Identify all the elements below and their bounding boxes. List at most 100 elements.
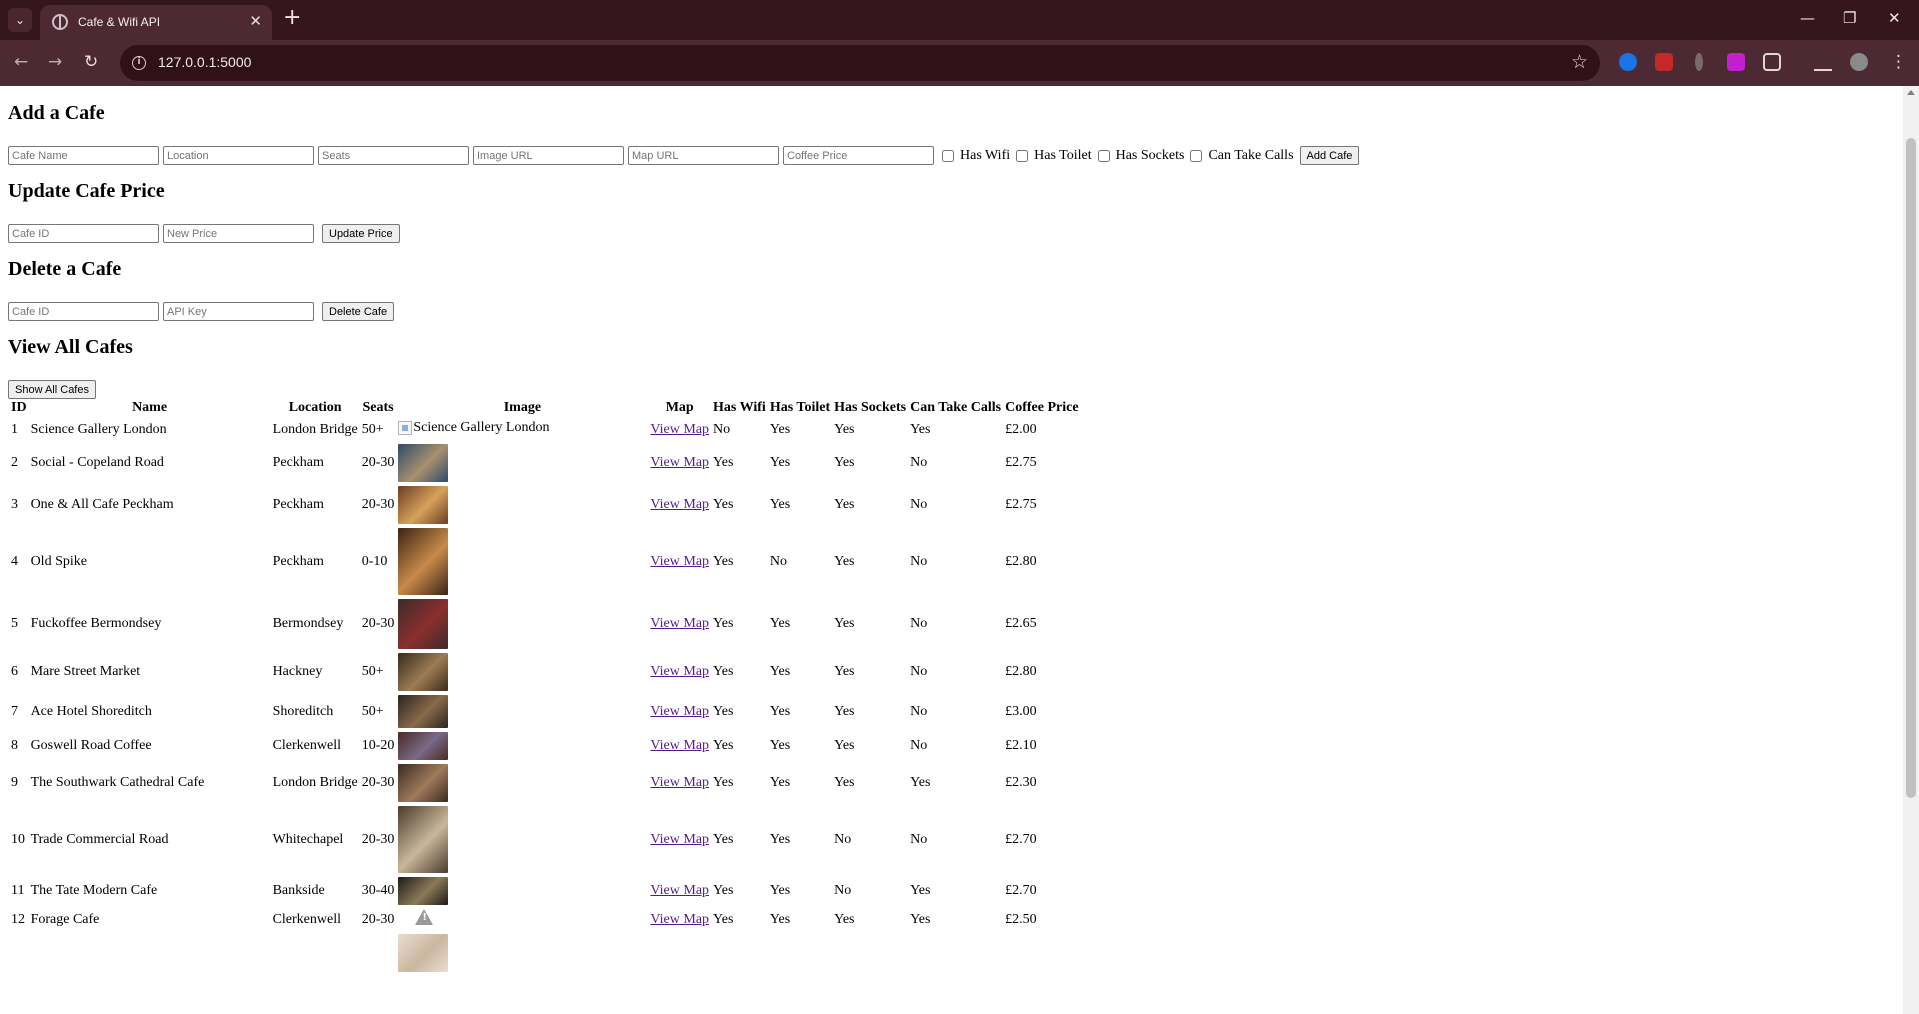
cafe-location-cell: Clerkenwell (272, 911, 341, 927)
scrollbar-thumb[interactable] (1906, 138, 1916, 798)
tab-search-button[interactable]: ⌄ (8, 8, 32, 32)
profile-avatar[interactable] (1850, 53, 1868, 71)
new-tab-button[interactable]: + (283, 7, 301, 29)
cafe-map-cell: View Map (649, 598, 710, 650)
cafe-image-cell (397, 652, 647, 692)
download-extension-icon[interactable] (1727, 53, 1745, 71)
has-sockets-cell: Yes (834, 422, 855, 437)
table-row: 11 The Tate Modern Cafe Bankside 30-40 View … (10, 876, 1080, 906)
view-map-link[interactable]: View Map (650, 497, 709, 512)
delete-cafe-button[interactable]: Delete Cafe (322, 302, 395, 321)
view-map-link[interactable]: View Map (650, 554, 709, 569)
can-take-calls-checkbox[interactable] (1190, 149, 1203, 162)
view-map-link[interactable]: View Map (650, 912, 709, 927)
can-take-calls-cell: Yes (910, 911, 931, 927)
table-row: 1 Science Gallery London London Bridge 50+ S… (10, 419, 1080, 441)
view-map-link[interactable]: View Map (650, 422, 709, 437)
cafe-map-cell: View Map (649, 763, 710, 803)
back-icon[interactable]: ← (14, 52, 28, 72)
close-tab-icon[interactable]: ✕ (249, 12, 262, 30)
restore-button[interactable]: ❐ (1843, 9, 1856, 27)
cafe-map-cell: View Map (649, 876, 710, 906)
update-price-button[interactable]: Update Price (322, 224, 400, 243)
cafe-map-cell: View Map (649, 527, 710, 596)
can-take-calls-cell: No (910, 703, 928, 719)
cafe-thumbnail (398, 764, 449, 802)
can-take-calls-cell: No (910, 831, 928, 847)
forward-icon[interactable]: → (48, 52, 62, 72)
cafe-seats-cell: 30-40 (361, 883, 395, 898)
view-map-link[interactable]: View Map (650, 704, 709, 719)
has-sockets-label: Has Sockets (1115, 147, 1185, 163)
image-url-input[interactable] (473, 146, 624, 165)
has-toilet-checkbox[interactable] (1016, 149, 1029, 162)
close-window-button[interactable]: ✕ (1888, 9, 1901, 27)
delete-cafe-id-input[interactable] (8, 302, 159, 321)
api-key-input[interactable] (163, 302, 314, 321)
cafe-seats-cell: 0-10 (361, 553, 388, 569)
cafe-id-cell: 4 (11, 553, 18, 569)
has-wifi-cell: Yes (713, 553, 734, 569)
downloads-icon[interactable] (1814, 53, 1832, 71)
seats-input[interactable] (318, 146, 469, 165)
cafe-id-cell: 11 (11, 883, 25, 898)
view-map-link[interactable]: View Map (650, 775, 709, 790)
extension-icon[interactable] (1695, 53, 1703, 71)
view-map-link[interactable]: View Map (650, 455, 709, 470)
view-cafes-heading: View All Cafes (8, 336, 133, 358)
page-scrollbar[interactable] (1903, 86, 1919, 1014)
add-cafe-button[interactable]: Add Cafe (1299, 146, 1360, 165)
extension-icon[interactable] (1619, 53, 1637, 71)
has-toilet-cell: Yes (769, 911, 791, 927)
view-map-link[interactable]: View Map (650, 832, 709, 847)
new-price-input[interactable] (163, 224, 314, 243)
puzzle-icon[interactable] (1763, 53, 1781, 71)
view-map-link[interactable]: View Map (650, 616, 709, 631)
cafe-map-cell: View Map (649, 694, 710, 729)
ublock-icon[interactable] (1655, 53, 1673, 71)
cafe-id-cell: 3 (11, 497, 18, 512)
map-url-input[interactable] (628, 146, 779, 165)
cafe-image-cell (397, 908, 647, 931)
has-sockets-cell: No (834, 883, 852, 898)
cafe-map-cell: View Map (649, 419, 710, 441)
cafe-name-cell: Mare Street Market (30, 664, 141, 679)
cafe-image-cell (397, 763, 647, 803)
cafe-image-cell (397, 527, 647, 596)
cafe-location-cell: Peckham (272, 497, 324, 512)
cafe-seats-cell: 20-30 (361, 455, 395, 470)
location-input[interactable] (163, 146, 314, 165)
bookmark-star-icon[interactable]: ☆ (1571, 51, 1588, 73)
view-map-link[interactable]: View Map (650, 664, 709, 679)
coffee-price-input[interactable] (783, 146, 934, 165)
can-take-calls-cell: No (910, 616, 928, 631)
coffee-price-cell: £2.75 (1005, 455, 1037, 470)
column-header: Coffee Price (1005, 400, 1079, 415)
has-sockets-cell: Yes (834, 553, 855, 569)
has-toilet-cell: Yes (769, 455, 791, 470)
reload-icon[interactable]: ↻ (84, 52, 98, 72)
cafe-name-cell: Old Spike (30, 553, 87, 569)
cafe-thumbnail (398, 806, 449, 873)
minimize-button[interactable]: — (1800, 9, 1815, 27)
has-toilet-cell: Yes (769, 664, 791, 679)
cafe-location-cell: Hackney (272, 664, 323, 679)
view-map-link[interactable]: View Map (650, 883, 709, 898)
menu-icon[interactable]: ⋮ (1890, 52, 1907, 72)
cafe-name-input[interactable] (8, 146, 159, 165)
site-info-icon[interactable]: i (132, 56, 146, 70)
scroll-up-arrow-icon[interactable] (1907, 90, 1915, 95)
has-wifi-checkbox[interactable] (942, 149, 954, 162)
has-sockets-checkbox[interactable] (1097, 149, 1110, 162)
has-sockets-cell: Yes (834, 775, 855, 790)
can-take-calls-label: Can Take Calls (1208, 147, 1294, 163)
column-header: ID (11, 400, 27, 415)
update-cafe-id-input[interactable] (8, 224, 159, 243)
address-bar[interactable]: i 127.0.0.1:5000 ☆ (120, 45, 1600, 81)
cafe-name-cell (30, 933, 270, 973)
browser-tab[interactable]: Cafe & Wifi API ✕ (40, 5, 272, 40)
cafe-name-cell: Ace Hotel Shoreditch (30, 703, 152, 719)
coffee-price-cell: £2.70 (1005, 883, 1037, 898)
view-map-link[interactable]: View Map (650, 738, 709, 753)
column-header: Can Take Calls (910, 400, 1002, 415)
